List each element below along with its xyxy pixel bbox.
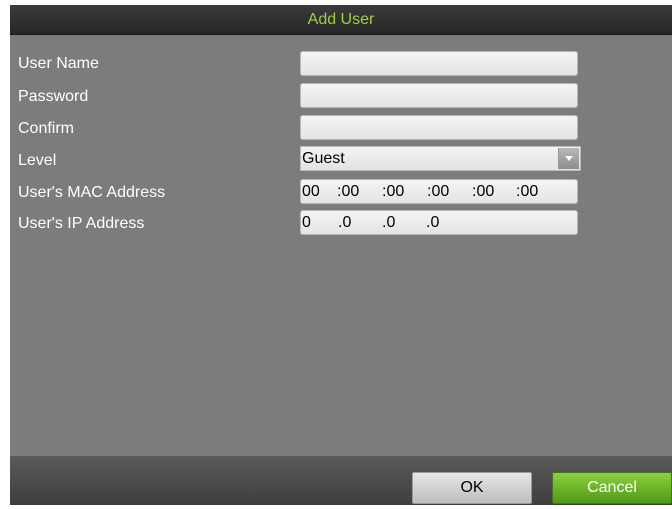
mac-segment-4[interactable]: :00 — [427, 183, 449, 201]
ip-segment-3[interactable]: .0 — [382, 214, 395, 232]
level-select[interactable]: Guest — [300, 146, 581, 171]
mac-address-label: User's MAC Address — [18, 184, 166, 201]
level-selected-value: Guest — [302, 150, 345, 167]
ip-address-label: User's IP Address — [18, 215, 145, 232]
ip-segment-2[interactable]: .0 — [338, 214, 351, 232]
confirm-label: Confirm — [18, 120, 75, 137]
ok-button[interactable]: OK — [412, 472, 532, 504]
user-name-input[interactable] — [300, 51, 578, 76]
password-input[interactable] — [300, 83, 578, 108]
mac-segment-2[interactable]: :00 — [337, 183, 359, 201]
mac-segment-3[interactable]: :00 — [382, 183, 404, 201]
dialog-footer: OK Cancel — [10, 456, 672, 505]
ip-segment-4[interactable]: .0 — [426, 214, 439, 232]
user-name-label: User Name — [18, 55, 99, 72]
dialog-titlebar: Add User — [10, 5, 672, 35]
dialog-title: Add User — [307, 11, 375, 28]
mac-segment-6[interactable]: :00 — [516, 183, 538, 201]
ip-address-input[interactable]: 0 .0 .0 .0 — [300, 210, 578, 235]
ip-segment-1[interactable]: 0 — [302, 214, 311, 232]
cancel-button[interactable]: Cancel — [552, 472, 672, 504]
mac-segment-1[interactable]: 00 — [302, 183, 320, 201]
password-label: Password — [18, 88, 89, 105]
confirm-password-input[interactable] — [300, 115, 578, 140]
chevron-down-icon[interactable] — [558, 148, 579, 169]
mac-address-input[interactable]: 00 :00 :00 :00 :00 :00 — [300, 179, 578, 204]
level-label: Level — [18, 152, 57, 169]
add-user-dialog: Add User User Name Password Confirm Leve… — [10, 5, 672, 505]
mac-segment-5[interactable]: :00 — [472, 183, 494, 201]
